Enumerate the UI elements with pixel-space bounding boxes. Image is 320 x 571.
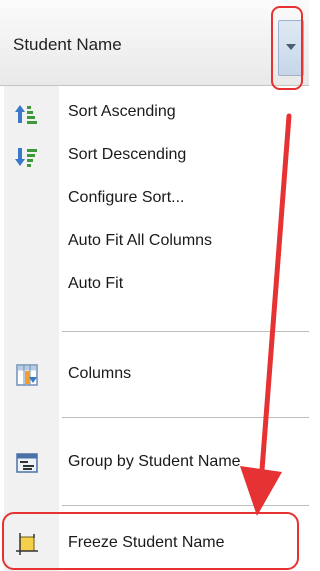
menu-item-configure-sort[interactable]: Configure Sort... [4, 179, 309, 219]
menu-item-freeze[interactable]: Freeze Student Name [4, 523, 309, 563]
freeze-icon [16, 533, 38, 555]
sort-ascending-icon [15, 105, 37, 124]
menu-item-sort-ascending[interactable]: Sort Ascending [4, 93, 309, 133]
group-by-label: Group by Student Name [68, 453, 241, 470]
column-header-label: Student Name [13, 35, 122, 54]
menu-separator [62, 505, 309, 506]
auto-fit-label: Auto Fit [68, 275, 124, 292]
menu-item-sort-descending[interactable]: Sort Descending [4, 136, 309, 176]
triangle-down-icon [286, 44, 296, 50]
sort-ascending-label: Sort Ascending [68, 103, 176, 120]
menu-item-columns[interactable]: Columns [4, 355, 309, 395]
menu-item-auto-fit[interactable]: Auto Fit [4, 265, 309, 305]
sort-descending-icon [15, 148, 37, 167]
columns-label: Columns [68, 365, 132, 382]
configure-sort-label: Configure Sort... [68, 189, 185, 206]
menu-separator [62, 417, 309, 418]
menu-item-group-by[interactable]: Group by Student Name [4, 443, 309, 483]
group-by-icon [16, 453, 38, 473]
sort-descending-label: Sort Descending [68, 146, 187, 163]
auto-fit-all-columns-label: Auto Fit All Columns [68, 232, 213, 249]
column-menu-button[interactable] [278, 20, 304, 76]
columns-icon [16, 364, 38, 386]
menu-separator [62, 331, 309, 332]
menu-item-auto-fit-all-columns[interactable]: Auto Fit All Columns [4, 222, 309, 262]
column-header[interactable]: Student Name [0, 0, 309, 86]
freeze-label: Freeze Student Name [68, 534, 225, 551]
